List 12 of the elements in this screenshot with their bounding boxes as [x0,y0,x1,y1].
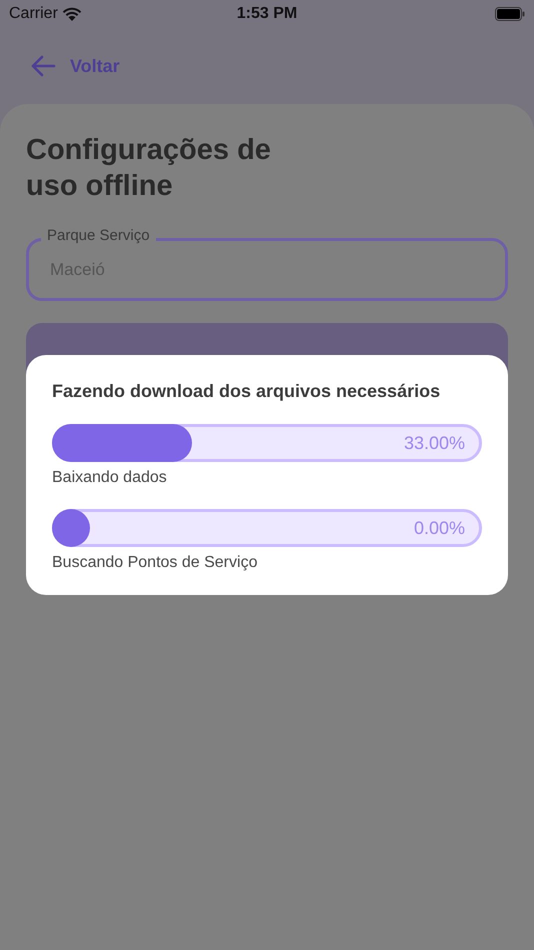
clock-time: 1:53 PM [236,4,298,24]
progress-label: Buscando Pontos de Serviço [52,553,258,573]
back-arrow-icon [30,54,56,78]
carrier-label: Carrier [9,4,58,24]
progress-label: Baixando dados [52,468,168,488]
page-title: Configurações de uso offline [26,133,272,204]
battery-icon [495,7,525,21]
dialog-title: Fazendo download dos arquivos necessários [52,380,442,403]
field-label: Parque Serviço [41,227,156,245]
progress-percent: 33.00% [404,432,465,454]
wifi-icon [62,6,82,22]
progress-percent: 0.00% [414,516,465,540]
